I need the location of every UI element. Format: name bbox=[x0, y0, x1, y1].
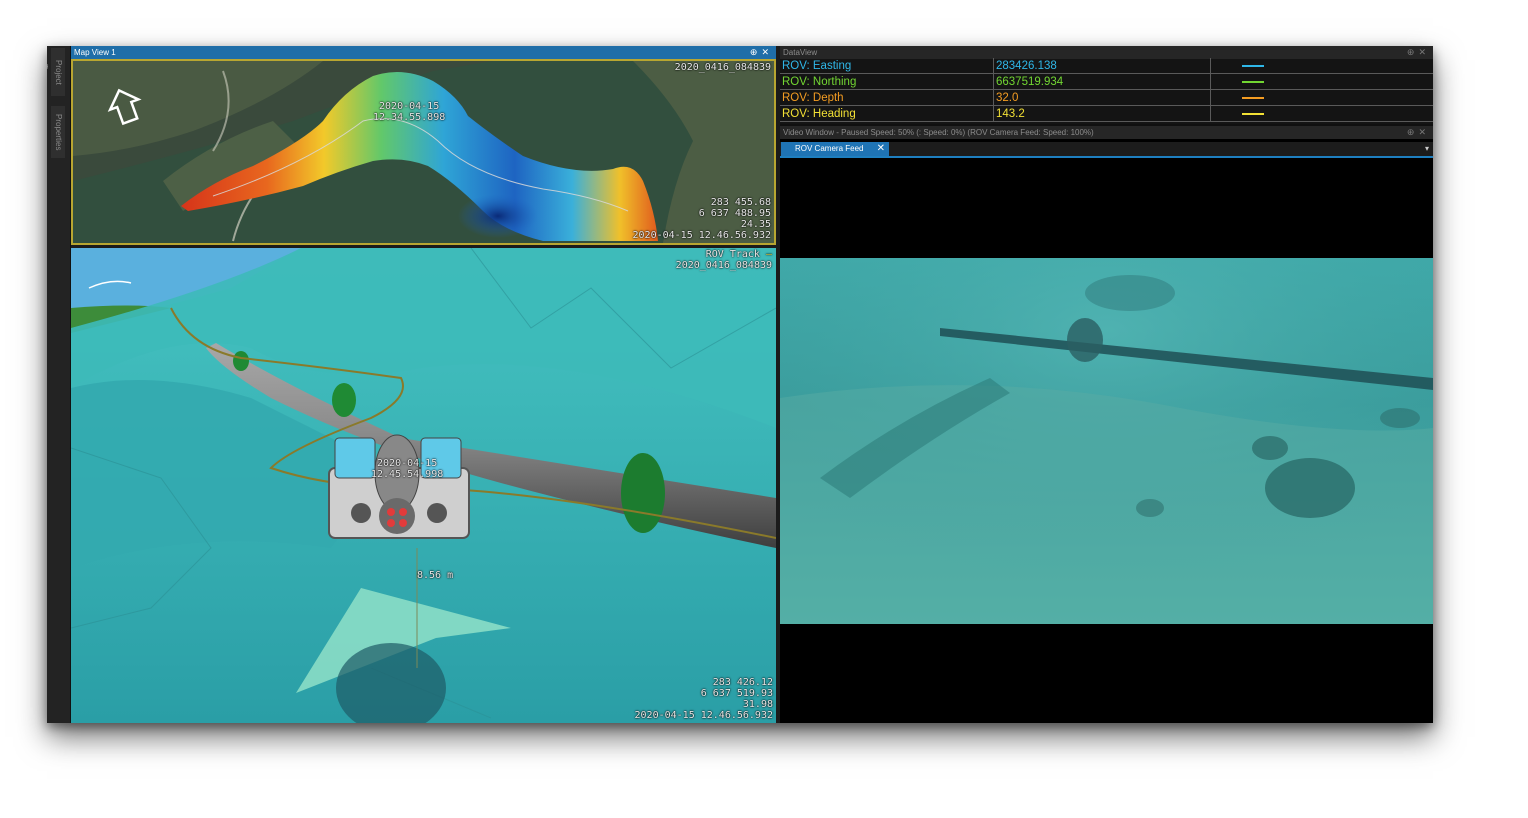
video-tab-bar: ROV Camera Feed ✕ ▾ bbox=[780, 142, 1433, 158]
app-window: Project Tree Properties Map View 1 ⊕✕ 20… bbox=[47, 46, 1433, 723]
scene-timestamp: 2020-04-15 12.46.56.932 bbox=[634, 710, 773, 721]
camera-feed-frame[interactable] bbox=[780, 258, 1433, 624]
data-row-name: ROV: Heading bbox=[782, 108, 856, 120]
data-view-panel: DataView ⊕✕ ROV: Easting 283426.138 ROV:… bbox=[780, 46, 1433, 124]
data-view-title: DataView bbox=[783, 48, 818, 57]
scene-coordinates: 283 426.12 6 637 519.93 31.98 2020-04-15… bbox=[635, 677, 773, 721]
data-row-northing: ROV: Northing 6637519.934 bbox=[780, 74, 1433, 90]
map-view-title-icons: ⊕✕ bbox=[750, 46, 773, 59]
map-coordinates: 283 455.68 6 637 488.95 24.35 2020-04-15… bbox=[633, 197, 771, 241]
camera-feed-image bbox=[780, 258, 1433, 624]
tab-dropdown-icon[interactable]: ▾ bbox=[1425, 144, 1429, 153]
sparkline bbox=[1242, 65, 1264, 67]
map-canvas[interactable]: 2020_0416_084839 2020-04-15 12.34.55.898… bbox=[71, 59, 776, 245]
track-legend: ROV Track — bbox=[705, 249, 772, 260]
project-tree-tab[interactable]: Project Tree bbox=[47, 48, 65, 96]
pin-icon[interactable]: ⊕ bbox=[750, 47, 762, 57]
tab-label: ROV Camera Feed bbox=[795, 144, 864, 153]
rov-model bbox=[328, 434, 470, 539]
video-window-title-bar: Video Window - Paused Speed: 50% (: Spee… bbox=[780, 126, 1433, 139]
map-depth: 24.35 bbox=[740, 219, 771, 230]
map-view-title: Map View 1 bbox=[74, 48, 116, 57]
pin-icon[interactable]: ⊕ bbox=[1407, 47, 1419, 57]
map-session-id: 2020_0416_084839 bbox=[674, 62, 771, 73]
video-window-title: Video Window - Paused Speed: 50% (: Spee… bbox=[783, 128, 1094, 137]
close-icon[interactable]: ✕ bbox=[761, 47, 773, 57]
data-row-value: 32.0 bbox=[996, 92, 1019, 104]
right-column: DataView ⊕✕ ROV: Easting 283426.138 ROV:… bbox=[780, 46, 1433, 723]
scene-view-panel[interactable]: ROV Track — 2020_0416_084839 2020-04-15 … bbox=[71, 248, 776, 723]
tab-close-icon[interactable]: ✕ bbox=[877, 142, 885, 156]
data-row-name: ROV: Depth bbox=[782, 92, 844, 104]
sparkline bbox=[1242, 113, 1264, 115]
close-icon[interactable]: ✕ bbox=[1418, 127, 1430, 137]
data-row-value: 6637519.934 bbox=[996, 76, 1064, 88]
data-row-easting: ROV: Easting 283426.138 bbox=[780, 58, 1433, 74]
data-row-value: 283426.138 bbox=[996, 60, 1057, 72]
close-icon[interactable]: ✕ bbox=[1418, 47, 1430, 57]
data-row-depth: ROV: Depth 32.0 bbox=[780, 90, 1433, 106]
scene-header-overlay: ROV Track — 2020_0416_084839 bbox=[676, 249, 772, 271]
scene-3d-render bbox=[71, 248, 776, 723]
distance-label: 8.56 m bbox=[417, 570, 454, 581]
side-dock-strip: Project Tree Properties bbox=[47, 46, 71, 723]
map-easting: 283 455.68 bbox=[710, 197, 771, 208]
map-track-label: 2020-04-15 12.34.55.898 bbox=[373, 101, 446, 123]
properties-tab[interactable]: Properties bbox=[51, 106, 65, 158]
column-divider bbox=[1210, 58, 1211, 122]
map-view-title-bar: Map View 1 ⊕✕ bbox=[71, 46, 776, 59]
data-row-heading: ROV: Heading 143.2 bbox=[780, 106, 1433, 122]
left-column: Map View 1 ⊕✕ 2020_0416_084839 2020-04-1… bbox=[71, 46, 776, 723]
scene-depth: 31.98 bbox=[742, 699, 773, 710]
map-northing: 6 637 488.95 bbox=[698, 208, 771, 219]
rov-timestamp-label: 2020-04-15 12.45.54.998 bbox=[371, 458, 444, 480]
scene-northing: 6 637 519.93 bbox=[700, 688, 773, 699]
video-window-panel: Video Window - Paused Speed: 50% (: Spee… bbox=[780, 126, 1433, 723]
map-timestamp: 2020-04-15 12.46.56.932 bbox=[632, 230, 771, 241]
scene-session-id: 2020_0416_084839 bbox=[675, 260, 772, 271]
tab-rov-camera-feed[interactable]: ROV Camera Feed ✕ bbox=[781, 142, 889, 156]
data-row-name: ROV: Northing bbox=[782, 76, 857, 88]
sparkline bbox=[1242, 97, 1264, 99]
sparkline bbox=[1242, 81, 1264, 83]
data-row-name: ROV: Easting bbox=[782, 60, 852, 72]
pin-icon[interactable]: ⊕ bbox=[1407, 127, 1419, 137]
column-divider bbox=[993, 58, 994, 122]
data-view-table: ROV: Easting 283426.138 ROV: Northing 66… bbox=[780, 58, 1433, 122]
data-row-value: 143.2 bbox=[996, 108, 1025, 120]
scene-easting: 283 426.12 bbox=[712, 677, 773, 688]
video-window-title-icons: ⊕✕ bbox=[1407, 126, 1430, 139]
map-view-panel: Map View 1 ⊕✕ 2020_0416_084839 2020-04-1… bbox=[71, 46, 776, 245]
